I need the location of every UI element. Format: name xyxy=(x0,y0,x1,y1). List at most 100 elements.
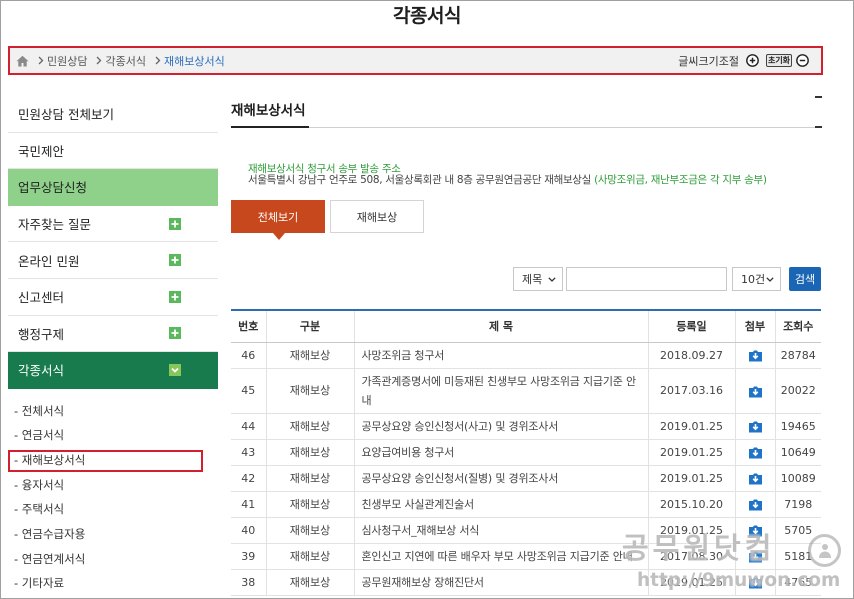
row-date: 2018.09.27 xyxy=(647,342,735,369)
sidebar-item-label: 자주찾는 질문 xyxy=(18,217,91,233)
search-input[interactable] xyxy=(566,267,727,291)
breadcrumb-label[interactable]: 각종서식 xyxy=(105,53,145,69)
download-icon[interactable] xyxy=(748,472,763,485)
chevron-right-icon xyxy=(96,56,102,65)
download-icon[interactable] xyxy=(748,524,763,537)
chevron-right-icon xyxy=(155,56,161,65)
submenu-item[interactable]: - 연금수급자용 xyxy=(14,522,204,547)
font-size-reset-button[interactable]: 초기화 xyxy=(766,54,792,67)
search-field-select[interactable]: 제목 xyxy=(513,267,563,291)
header-number: 번호 xyxy=(231,310,266,343)
row-category: 재해보상 xyxy=(265,342,354,369)
row-date: 2015.10.20 xyxy=(647,491,735,518)
row-date: 2019.01.25 xyxy=(647,465,735,492)
table-row[interactable]: 40 재해보상 심사청구서_재해보상 서식 2019.01.25 5705 xyxy=(231,517,821,544)
submenu-item[interactable]: - 기타자료 xyxy=(14,571,204,596)
row-attachment[interactable] xyxy=(734,569,775,596)
row-number: 46 xyxy=(231,342,266,369)
row-title-link[interactable]: 공무원재해보상 장해진단서 xyxy=(353,569,648,596)
chevron-down-icon xyxy=(548,276,556,282)
table-row[interactable]: 45 재해보상 가족관계증명서에 미등재된 친생부모 사망조위금 지급기준 안내 20… xyxy=(231,368,821,414)
submenu-item[interactable]: - 연금연계서식 xyxy=(14,547,204,572)
row-date: 2019.01.25 xyxy=(647,439,735,466)
row-category: 재해보상 xyxy=(265,465,354,492)
submenu-item[interactable]: - 전체서식 xyxy=(14,399,204,424)
download-icon[interactable] xyxy=(748,498,763,511)
header-date: 등록일 xyxy=(647,310,735,343)
row-attachment[interactable] xyxy=(734,465,775,492)
sidebar-item-admin-relief[interactable]: 행정구제 xyxy=(8,316,218,353)
row-title-link[interactable]: 심사청구서_재해보상 서식 xyxy=(353,517,648,544)
sidebar-item-label: 각종서식 xyxy=(18,363,65,379)
row-title-link[interactable]: 가족관계증명서에 미등재된 친생부모 사망조위금 지급기준 안내 xyxy=(353,368,648,414)
home-icon[interactable] xyxy=(16,55,29,67)
table-row[interactable]: 39 재해보상 혼인신고 지연에 따른 배우자 부모 사망조위금 지급기준 안내 20… xyxy=(231,543,821,570)
plus-icon[interactable] xyxy=(169,217,181,230)
row-attachment[interactable] xyxy=(734,413,775,440)
breadcrumb-label[interactable]: 민원상담 xyxy=(47,53,87,69)
row-attachment[interactable] xyxy=(734,491,775,518)
sidebar-item-online-petition[interactable]: 온라인 민원 xyxy=(8,242,218,279)
submenu-item[interactable]: - 주택서식 xyxy=(14,497,204,522)
download-icon[interactable] xyxy=(748,446,763,459)
row-attachment[interactable] xyxy=(734,368,775,414)
heading-underline xyxy=(231,126,309,128)
row-title-link[interactable]: 요양급여비용 청구서 xyxy=(353,439,648,466)
submenu-item[interactable]: - 연금서식 xyxy=(14,423,204,448)
row-title-link[interactable]: 공무상요양 승인신청서(질병) 및 경위조사서 xyxy=(353,465,648,492)
header-attachment: 첨부 xyxy=(734,310,775,343)
sidebar-item-consult-request[interactable]: 업무상담신청 xyxy=(8,169,218,206)
row-attachment[interactable] xyxy=(734,543,775,570)
sidebar-item-faq[interactable]: 자주찾는 질문 xyxy=(8,206,218,243)
row-attachment[interactable] xyxy=(734,517,775,544)
sidebar-item-proposal[interactable]: 국민제안 xyxy=(8,133,218,170)
row-title-link[interactable]: 친생부모 사실관계진술서 xyxy=(353,491,648,518)
row-number: 44 xyxy=(231,413,266,440)
chevron-down-icon xyxy=(766,276,774,282)
search-button[interactable]: 검색 xyxy=(789,267,821,291)
row-number: 38 xyxy=(231,569,266,596)
row-title-link[interactable]: 사망조위금 청구서 xyxy=(353,342,648,369)
table-row[interactable]: 38 재해보상 공무원재해보상 장해진단서 2019.01.25 4765 xyxy=(231,569,821,596)
breadcrumb-label: 재해보상서식 xyxy=(163,54,225,68)
table-row[interactable]: 44 재해보상 공무상요양 승인신청서(사고) 및 경위조사서 2019.01.25 1… xyxy=(231,413,821,440)
plus-icon[interactable] xyxy=(169,290,181,303)
table-row[interactable]: 46 재해보상 사망조위금 청구서 2018.09.27 28784 xyxy=(231,342,821,369)
table-row[interactable]: 43 재해보상 요양급여비용 청구서 2019.01.25 10649 xyxy=(231,439,821,466)
row-category: 재해보상 xyxy=(265,491,354,518)
submenu-item-selected[interactable]: - 재해보상서식 xyxy=(14,448,204,473)
plus-icon[interactable] xyxy=(169,254,181,267)
download-icon[interactable] xyxy=(748,385,763,398)
download-icon[interactable] xyxy=(748,576,763,589)
table-row[interactable]: 41 재해보상 친생부모 사실관계진술서 2015.10.20 7198 xyxy=(231,491,821,518)
page-size-select[interactable]: 10건 xyxy=(732,267,781,291)
plus-circle-icon[interactable] xyxy=(746,54,759,67)
plus-icon[interactable] xyxy=(169,327,181,340)
breadcrumb: 민원상담 각종서식 재해보상서식 글씨크기조절 초기화 xyxy=(8,46,823,75)
page-size-value: 10건 xyxy=(741,273,766,286)
table-row[interactable]: 42 재해보상 공무상요양 승인신청서(질병) 및 경위조사서 2019.01.25 1… xyxy=(231,465,821,492)
sidebar-item-forms[interactable]: 각종서식 xyxy=(8,352,218,389)
category-tabs: 전체보기 재해보상 xyxy=(231,200,429,240)
sidebar-submenu: - 전체서식 - 연금서식 - 재해보상서식 - 융자서식 - 주택서식 - 연… xyxy=(14,399,204,597)
row-date: 2019.01.25 xyxy=(647,413,735,440)
row-category: 재해보상 xyxy=(265,569,354,596)
minus-circle-icon[interactable] xyxy=(796,54,809,67)
breadcrumb-item[interactable]: 각종서식 xyxy=(96,53,146,69)
row-number: 43 xyxy=(231,439,266,466)
chevron-down-icon[interactable] xyxy=(169,363,181,376)
row-title-link[interactable]: 공무상요양 승인신청서(사고) 및 경위조사서 xyxy=(353,413,648,440)
row-views: 10649 xyxy=(774,439,821,466)
download-icon[interactable] xyxy=(748,349,763,362)
tab-all[interactable]: 전체보기 xyxy=(231,200,325,240)
submenu-item[interactable]: - 융자서식 xyxy=(14,473,204,498)
row-title-link[interactable]: 혼인신고 지연에 따른 배우자 부모 사망조위금 지급기준 안내 xyxy=(353,543,648,570)
sidebar-item-report-center[interactable]: 신고센터 xyxy=(8,279,218,316)
row-attachment[interactable] xyxy=(734,439,775,466)
row-attachment[interactable] xyxy=(734,342,775,369)
download-icon[interactable] xyxy=(748,420,763,433)
tab-disaster-compensation[interactable]: 재해보상 xyxy=(330,200,424,233)
download-icon[interactable] xyxy=(748,550,763,563)
breadcrumb-item[interactable]: 민원상담 xyxy=(38,53,87,69)
sidebar-item-all-consulting[interactable]: 민원상담 전체보기 xyxy=(8,96,218,133)
